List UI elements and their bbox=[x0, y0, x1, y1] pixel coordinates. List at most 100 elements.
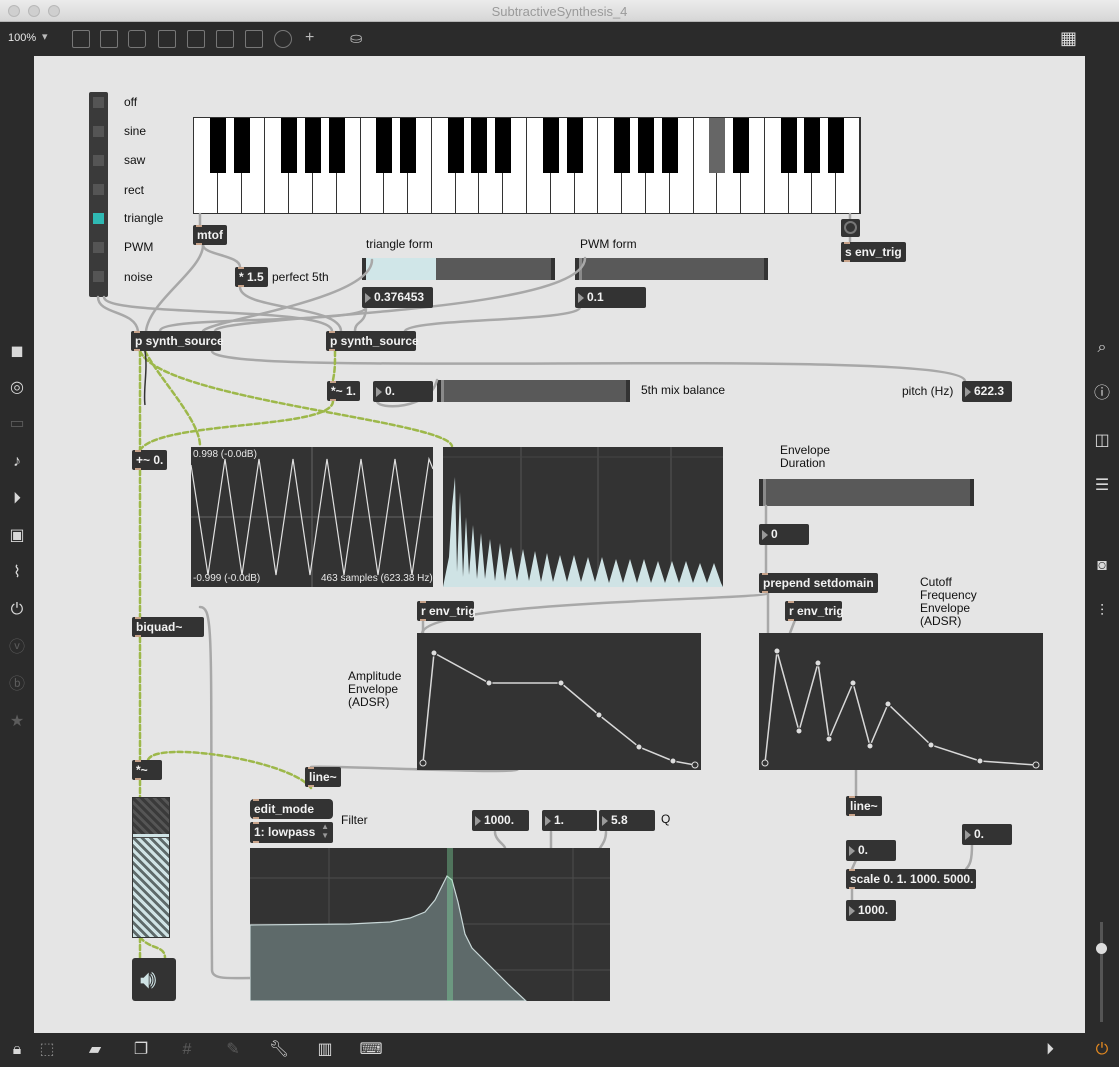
windows-icon[interactable]: ❐ bbox=[124, 1040, 158, 1060]
plus-icon[interactable]: + bbox=[305, 29, 314, 47]
power-icon[interactable]: ⏻ bbox=[1085, 1040, 1119, 1060]
black-key[interactable] bbox=[780, 118, 797, 173]
black-key[interactable] bbox=[542, 118, 559, 173]
receive-env-trig-cutoff-object[interactable]: r env_trig bbox=[785, 601, 844, 621]
presentation-icon[interactable]: ▰ bbox=[78, 1040, 112, 1060]
black-key[interactable] bbox=[400, 118, 417, 173]
black-key[interactable] bbox=[304, 118, 321, 173]
filter-gain-number[interactable]: 1. bbox=[542, 810, 597, 831]
black-key[interactable] bbox=[233, 118, 250, 173]
mix-balance-number[interactable]: 0. bbox=[373, 381, 433, 402]
object-box-icon[interactable] bbox=[72, 30, 90, 48]
scale-output-number[interactable]: 1000. bbox=[846, 900, 896, 921]
radio-noise[interactable] bbox=[93, 271, 104, 282]
pitch-number[interactable]: 622.3 bbox=[962, 381, 1012, 402]
black-key[interactable] bbox=[733, 118, 750, 173]
radio-saw[interactable] bbox=[93, 155, 104, 166]
camera-icon[interactable]: ◙ bbox=[1085, 556, 1119, 576]
paperclip-icon[interactable]: ⌇ bbox=[0, 563, 34, 583]
b-icon[interactable]: ⓑ bbox=[0, 675, 34, 695]
radio-triangle[interactable] bbox=[93, 213, 104, 224]
black-key[interactable] bbox=[471, 118, 488, 173]
black-key[interactable] bbox=[328, 118, 345, 173]
black-key[interactable] bbox=[804, 118, 821, 173]
volume-slider-knob[interactable] bbox=[1096, 943, 1107, 954]
mix-balance-slider-knob[interactable] bbox=[441, 380, 444, 402]
pwm-form-slider[interactable] bbox=[575, 258, 768, 280]
line-cutoff-object[interactable]: line~ bbox=[846, 796, 882, 816]
edit-mode-message[interactable]: edit_mode bbox=[250, 799, 333, 819]
play-circle-icon[interactable]: ⏵ bbox=[1033, 1040, 1067, 1060]
black-key[interactable] bbox=[495, 118, 512, 173]
amplitude-envelope-function[interactable] bbox=[417, 633, 701, 770]
gain-slider[interactable] bbox=[132, 797, 170, 938]
radio-rect[interactable] bbox=[93, 184, 104, 195]
radio-off[interactable] bbox=[93, 97, 104, 108]
grid-icon[interactable]: # bbox=[170, 1040, 204, 1060]
piano-keyboard[interactable] bbox=[193, 117, 861, 214]
pwm-form-number[interactable]: 0.1 bbox=[575, 287, 646, 308]
filter-frequency-number[interactable]: 1000. bbox=[472, 810, 529, 831]
grid-toggle-icon[interactable]: ▦ bbox=[1060, 28, 1077, 49]
send-env-trig-object[interactable]: s env_trig bbox=[841, 242, 906, 262]
selected-black-key[interactable] bbox=[709, 118, 726, 173]
audio-output-dac[interactable]: 🔊︎ bbox=[132, 958, 176, 1001]
line-amp-object[interactable]: line~ bbox=[305, 767, 341, 787]
mix-multiply-object[interactable]: *~ 1. bbox=[327, 381, 361, 401]
filter-graph[interactable] bbox=[249, 848, 610, 1002]
star-icon[interactable]: ★ bbox=[0, 712, 34, 732]
button-object-icon[interactable] bbox=[187, 30, 205, 48]
radio-sine[interactable] bbox=[93, 126, 104, 137]
chevron-down-icon[interactable]: ▾ bbox=[42, 30, 48, 43]
black-key[interactable] bbox=[447, 118, 464, 173]
pwm-form-slider-knob[interactable] bbox=[579, 258, 582, 280]
list-icon[interactable]: ☰ bbox=[1085, 476, 1119, 496]
envelope-duration-slider[interactable] bbox=[759, 479, 974, 506]
mtof-object[interactable]: mtof bbox=[193, 225, 227, 245]
keyboard-icon[interactable]: ⌨ bbox=[354, 1040, 388, 1060]
black-key[interactable] bbox=[637, 118, 654, 173]
filter-type-menu[interactable]: 1: lowpass ▲ ▼ bbox=[250, 822, 333, 843]
paint-bucket-icon[interactable]: ⛀ bbox=[350, 29, 363, 47]
plug-icon[interactable]: ⏻ bbox=[0, 600, 34, 620]
lock-icon[interactable]: 🔒︎ bbox=[0, 1040, 34, 1060]
piano-icon[interactable]: ▥ bbox=[308, 1040, 342, 1060]
plus-signal-object[interactable]: +~ 0. bbox=[132, 450, 168, 470]
scale-object[interactable]: scale 0. 1. 1000. 5000. bbox=[846, 869, 976, 889]
envelope-duration-number[interactable]: 0 bbox=[759, 524, 809, 545]
circle-icon[interactable]: ◎ bbox=[0, 378, 34, 398]
biquad-object[interactable]: biquad~ bbox=[132, 617, 204, 637]
mix-balance-slider[interactable] bbox=[437, 380, 630, 402]
receive-env-trig-amp-object[interactable]: r env_trig bbox=[417, 601, 476, 621]
image-icon[interactable]: ▣ bbox=[0, 526, 34, 546]
triangle-form-number[interactable]: 0.376453 bbox=[362, 287, 433, 308]
comment-icon[interactable] bbox=[128, 30, 146, 48]
cube-icon[interactable]: ◼ bbox=[0, 342, 34, 362]
wrench-icon[interactable]: 🔧︎ bbox=[262, 1040, 296, 1060]
slider-object-icon[interactable] bbox=[245, 30, 263, 48]
black-key[interactable] bbox=[661, 118, 678, 173]
message-box-icon[interactable] bbox=[100, 30, 118, 48]
info-icon[interactable]: ⓘ bbox=[1085, 384, 1119, 404]
dial-icon[interactable] bbox=[274, 30, 292, 48]
zoom-level[interactable]: 100% bbox=[8, 32, 36, 44]
toggle-object-icon[interactable] bbox=[216, 30, 234, 48]
sliders-icon[interactable]: ⫶ bbox=[1085, 602, 1119, 622]
env-trigger-bang[interactable] bbox=[841, 219, 860, 237]
v-icon[interactable]: ⓥ bbox=[0, 638, 34, 658]
black-key[interactable] bbox=[376, 118, 393, 173]
scale-input-number[interactable]: 0. bbox=[846, 840, 896, 861]
black-key[interactable] bbox=[209, 118, 226, 173]
black-key[interactable] bbox=[566, 118, 583, 173]
volume-slider-track[interactable] bbox=[1100, 922, 1103, 1022]
cutoff-envelope-function[interactable] bbox=[759, 633, 1043, 770]
gain-slider-knob[interactable] bbox=[133, 834, 169, 837]
black-key[interactable] bbox=[614, 118, 631, 173]
play-step-icon[interactable]: ⏵ bbox=[0, 489, 34, 509]
tv-icon[interactable]: ▭ bbox=[0, 414, 34, 434]
scale-input2-number[interactable]: 0. bbox=[962, 824, 1012, 845]
search-icon[interactable]: ⌕ bbox=[1085, 338, 1119, 358]
filter-q-number[interactable]: 5.8 bbox=[599, 810, 655, 831]
music-note-icon[interactable]: ♪ bbox=[0, 452, 34, 472]
select-icon[interactable]: ⬚ bbox=[30, 1040, 64, 1060]
